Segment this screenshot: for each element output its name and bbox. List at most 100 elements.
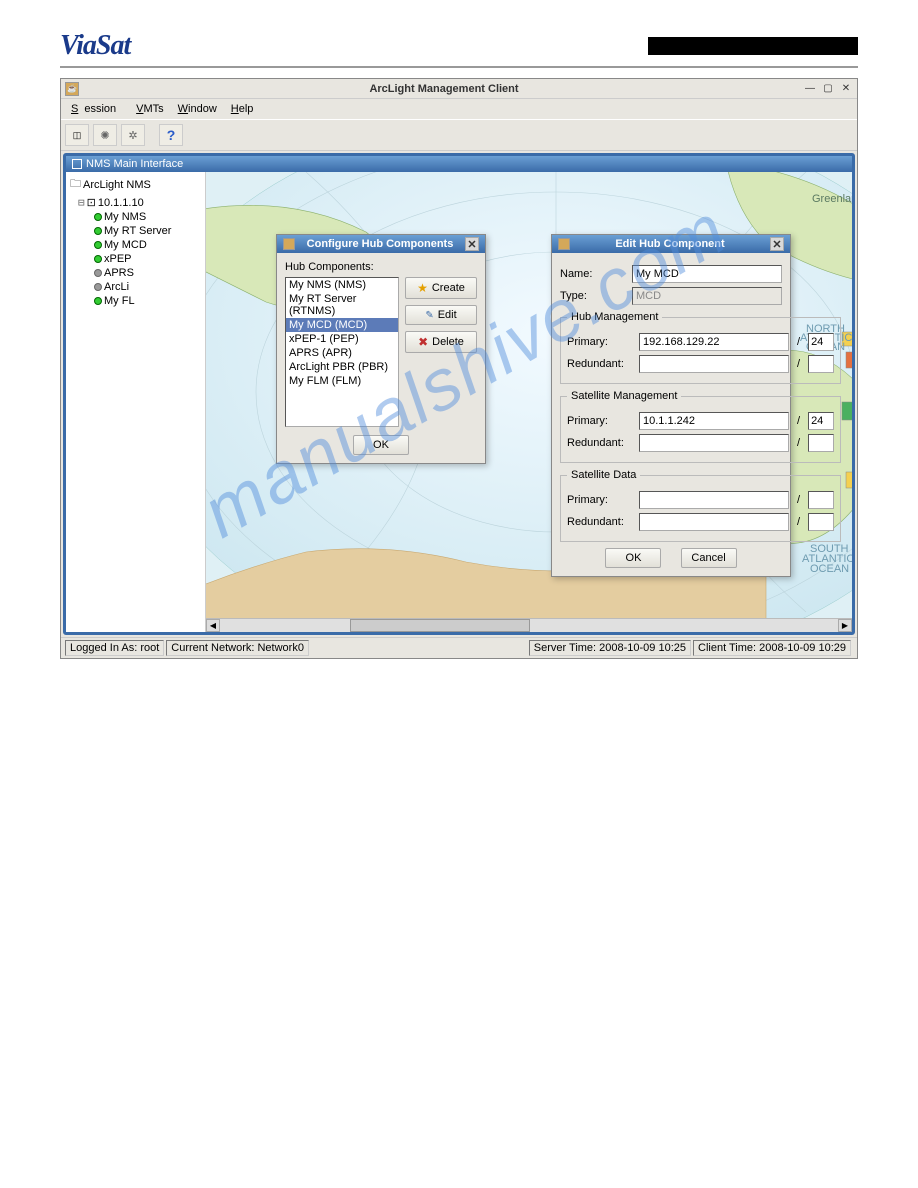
group-legend: Satellite Management — [567, 390, 681, 402]
menu-window[interactable]: Window — [172, 101, 223, 117]
toolbar-btn-1[interactable]: ◫ — [65, 124, 89, 146]
star-icon: ★ — [417, 281, 428, 295]
toolbar-btn-3[interactable]: ✲ — [121, 124, 145, 146]
create-button[interactable]: ★Create — [405, 277, 477, 299]
edit-hub-dialog: Edit Hub Component ✕ Name: Type: — [551, 234, 791, 577]
horizontal-scrollbar[interactable]: ◀ ▶ — [206, 618, 852, 632]
dialog-titlebar[interactable]: Configure Hub Components ✕ — [277, 235, 485, 253]
svg-text:OCEAN: OCEAN — [810, 563, 849, 575]
tree-item[interactable]: ArcLi — [68, 280, 203, 294]
scrollbar-thumb[interactable] — [350, 619, 530, 632]
inner-titlebar: NMS Main Interface — [66, 156, 852, 172]
satellite-management-group: Satellite Management Primary: / Redundan… — [560, 390, 841, 463]
gear-icon: ✺ — [100, 129, 109, 142]
tree-item[interactable]: My RT Server — [68, 224, 203, 238]
menu-session[interactable]: Session — [65, 101, 128, 117]
dialog-titlebar[interactable]: Edit Hub Component ✕ — [552, 235, 790, 253]
expand-icon[interactable]: ⊟ — [78, 196, 85, 209]
hub-management-group: Hub Management Primary: / Redundant: — [560, 311, 841, 384]
data-primary-ip-input[interactable] — [639, 491, 789, 509]
status-dot-icon — [94, 227, 102, 235]
data-redundant-mask-input[interactable] — [808, 513, 834, 531]
close-icon[interactable]: ✕ — [770, 237, 784, 251]
scroll-left-icon[interactable]: ◀ — [206, 619, 220, 632]
satellite-data-group: Satellite Data Primary: / Redundant: — [560, 469, 841, 542]
group-legend: Satellite Data — [567, 469, 640, 481]
dialog-title: Configure Hub Components — [295, 238, 465, 250]
hub-redundant-ip-input[interactable] — [639, 355, 789, 373]
toolbar-help-btn[interactable]: ? — [159, 124, 183, 146]
java-icon — [558, 238, 570, 250]
ok-button[interactable]: OK — [353, 435, 409, 455]
delete-button[interactable]: ✖Delete — [405, 331, 477, 353]
name-input[interactable] — [632, 265, 782, 283]
name-label: Name: — [560, 268, 626, 280]
close-button[interactable]: ✕ — [839, 82, 853, 96]
data-primary-mask-input[interactable] — [808, 491, 834, 509]
menu-vmts[interactable]: VMTs — [130, 101, 170, 117]
status-dot-icon — [94, 297, 102, 305]
sat-primary-ip-input[interactable] — [639, 412, 789, 430]
x-icon: ✖ — [418, 335, 428, 349]
close-icon[interactable]: ✕ — [465, 237, 479, 251]
list-item[interactable]: My NMS (NMS) — [286, 278, 398, 292]
minimize-button[interactable]: — — [803, 82, 817, 96]
list-item[interactable]: xPEP-1 (PEP) — [286, 332, 398, 346]
menubar: Session VMTs Window Help — [61, 99, 857, 119]
tree-item[interactable]: xPEP — [68, 252, 203, 266]
status-server-time: Server Time: 2008-10-09 10:25 — [529, 640, 691, 656]
status-client-time: Client Time: 2008-10-09 10:29 — [693, 640, 851, 656]
tree-item[interactable]: My FL — [68, 294, 203, 308]
dialog-title: Edit Hub Component — [570, 238, 770, 250]
help-icon: ? — [167, 127, 176, 143]
tree-item[interactable]: APRS — [68, 266, 203, 280]
scroll-right-icon[interactable]: ▶ — [838, 619, 852, 632]
list-item[interactable]: ArcLight PBR (PBR) — [286, 360, 398, 374]
statusbar: Logged In As: root Current Network: Netw… — [61, 637, 857, 658]
redundant-label: Redundant: — [567, 516, 633, 528]
sat-redundant-ip-input[interactable] — [639, 434, 789, 452]
hub-redundant-mask-input[interactable] — [808, 355, 834, 373]
ok-button[interactable]: OK — [605, 548, 661, 568]
pencil-icon: ✎ — [425, 310, 433, 321]
type-input — [632, 287, 782, 305]
redundant-label: Redundant: — [567, 437, 633, 449]
data-redundant-ip-input[interactable] — [639, 513, 789, 531]
hub-primary-mask-input[interactable] — [808, 333, 834, 351]
edit-button[interactable]: ✎Edit — [405, 305, 477, 325]
list-item[interactable]: My MCD (MCD) — [286, 318, 398, 332]
toolbar: ◫ ✺ ✲ ? — [61, 119, 857, 151]
primary-label: Primary: — [567, 415, 633, 427]
frame-icon — [72, 159, 82, 169]
sat-redundant-mask-input[interactable] — [808, 434, 834, 452]
status-login: Logged In As: root — [65, 640, 164, 656]
tree-ip[interactable]: ⊟ ⊡ 10.1.1.10 — [68, 195, 203, 210]
tree-item[interactable]: My MCD — [68, 238, 203, 252]
tree-item[interactable]: My NMS — [68, 210, 203, 224]
hub-primary-ip-input[interactable] — [639, 333, 789, 351]
cancel-button[interactable]: Cancel — [681, 548, 737, 568]
viasat-logo: ViaSat — [60, 30, 130, 62]
hub-components-list[interactable]: My NMS (NMS) My RT Server (RTNMS) My MCD… — [285, 277, 399, 427]
map-panel[interactable]: NORTH PACIFIC OCEAN SOUTH ATLANTIC OCEAN… — [206, 172, 852, 632]
list-item[interactable]: My FLM (FLM) — [286, 374, 398, 388]
group-legend: Hub Management — [567, 311, 662, 323]
redundant-label: Redundant: — [567, 358, 633, 370]
toolbar-btn-2[interactable]: ✺ — [93, 124, 117, 146]
hub-components-label: Hub Components: — [285, 261, 477, 273]
list-item[interactable]: APRS (APR) — [286, 346, 398, 360]
titlebar: ☕ ArcLight Management Client — ▢ ✕ — [61, 79, 857, 99]
menu-help[interactable]: Help — [225, 101, 260, 117]
status-dot-icon — [94, 255, 102, 263]
tool-icon: ◫ — [73, 130, 82, 141]
status-dot-icon — [94, 269, 102, 277]
primary-label: Primary: — [567, 336, 633, 348]
list-item[interactable]: My RT Server (RTNMS) — [286, 292, 398, 318]
type-label: Type: — [560, 290, 626, 302]
sat-primary-mask-input[interactable] — [808, 412, 834, 430]
status-network: Current Network: Network0 — [166, 640, 309, 656]
inner-frame: NMS Main Interface 🗀 ArcLight NMS ⊟ ⊡ 10… — [63, 153, 855, 635]
maximize-button[interactable]: ▢ — [821, 82, 835, 96]
status-dot-icon — [94, 241, 102, 249]
tree-root[interactable]: 🗀 ArcLight NMS — [68, 174, 203, 195]
